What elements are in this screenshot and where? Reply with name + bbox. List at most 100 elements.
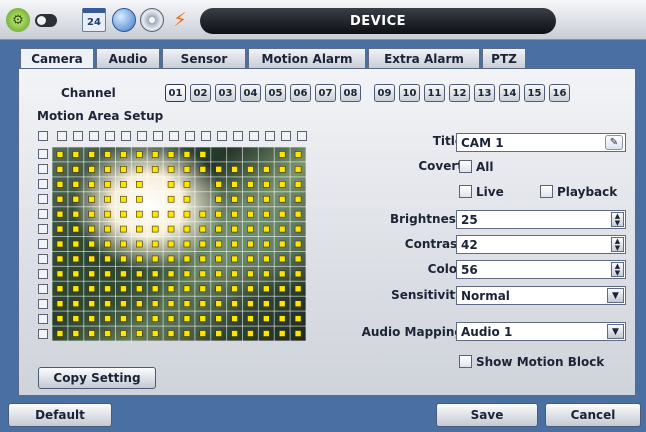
copy-setting-button[interactable]: Copy Setting xyxy=(38,367,156,389)
motion-column-toggle[interactable] xyxy=(105,131,115,141)
motion-row-toggle[interactable] xyxy=(38,269,48,279)
motion-cell xyxy=(294,330,302,337)
motion-cell xyxy=(120,255,127,263)
motion-cell xyxy=(199,270,207,278)
channel-button-05[interactable]: 05 xyxy=(265,84,286,102)
motion-row-toggle[interactable] xyxy=(38,329,48,339)
motion-cell xyxy=(88,195,95,203)
motion-row-toggle[interactable] xyxy=(38,239,48,249)
motion-column-toggle[interactable] xyxy=(201,131,211,141)
channel-button-08[interactable]: 08 xyxy=(340,84,361,102)
motion-cell xyxy=(120,225,127,233)
motion-column-toggle[interactable] xyxy=(233,131,243,141)
motion-cell xyxy=(215,210,222,218)
chevron-down-icon[interactable]: ▼ xyxy=(607,288,624,303)
save-button[interactable]: Save xyxy=(436,403,538,427)
motion-column-toggle[interactable] xyxy=(217,131,227,141)
audio-mapping-dropdown[interactable]: Audio 1 ▼ xyxy=(456,322,626,341)
color-field[interactable]: 56 ▲ ▼ xyxy=(456,260,626,279)
motion-cell xyxy=(167,210,175,218)
tab-camera[interactable]: Camera xyxy=(20,48,94,69)
motion-row-toggle[interactable] xyxy=(38,299,48,309)
power-icon[interactable]: ⚡ xyxy=(168,8,192,32)
motion-row-toggle[interactable] xyxy=(38,164,48,174)
contrast-field[interactable]: 42 ▲ ▼ xyxy=(456,235,626,254)
motion-row-toggle[interactable] xyxy=(38,209,48,219)
tab-sensor[interactable]: Sensor xyxy=(162,48,246,69)
covert-playback-checkbox[interactable] xyxy=(540,185,553,198)
motion-cell xyxy=(278,166,286,173)
channel-button-14[interactable]: 14 xyxy=(499,84,520,102)
motion-column-toggle[interactable] xyxy=(265,131,275,141)
tab-motion-alarm[interactable]: Motion Alarm xyxy=(248,48,366,69)
motion-cell xyxy=(215,166,222,173)
default-button[interactable]: Default xyxy=(8,403,112,427)
motion-cell xyxy=(167,255,175,263)
motion-column-toggle[interactable] xyxy=(153,131,163,141)
motion-cell xyxy=(167,315,175,322)
motion-cell xyxy=(88,315,95,322)
sensitivity-dropdown[interactable]: Normal ▼ xyxy=(456,286,626,305)
channel-button-10[interactable]: 10 xyxy=(399,84,420,102)
motion-row-toggle[interactable] xyxy=(38,179,48,189)
channel-button-09[interactable]: 09 xyxy=(374,84,395,102)
motion-column-toggle[interactable] xyxy=(57,131,67,141)
motion-row-toggle[interactable] xyxy=(38,194,48,204)
pencil-icon[interactable]: ✎ xyxy=(605,135,623,150)
channel-button-06[interactable]: 06 xyxy=(290,84,311,102)
motion-column-toggle[interactable] xyxy=(73,131,83,141)
title-field[interactable]: CAM 1 ✎ xyxy=(456,133,626,152)
motion-row-toggle[interactable] xyxy=(38,254,48,264)
channel-button-04[interactable]: 04 xyxy=(240,84,261,102)
tab-extra-alarm[interactable]: Extra Alarm xyxy=(368,48,480,69)
cancel-button[interactable]: Cancel xyxy=(545,403,641,427)
contrast-spinner[interactable]: ▲ ▼ xyxy=(611,237,624,252)
channel-button-15[interactable]: 15 xyxy=(524,84,545,102)
show-motion-block-checkbox[interactable] xyxy=(459,355,472,368)
covert-live-checkbox[interactable] xyxy=(459,185,472,198)
channel-button-01[interactable]: 01 xyxy=(165,84,186,102)
toggle-icon[interactable] xyxy=(34,8,58,32)
motion-cell xyxy=(56,225,64,233)
brightness-spinner[interactable]: ▲ ▼ xyxy=(611,212,624,227)
motion-row-toggle[interactable] xyxy=(38,224,48,234)
calendar-icon[interactable]: 24 xyxy=(82,8,106,32)
motion-all-toggle[interactable] xyxy=(38,131,48,141)
motion-column-toggle[interactable] xyxy=(281,131,291,141)
motion-cell xyxy=(231,225,238,233)
brightness-field[interactable]: 25 ▲ ▼ xyxy=(456,210,626,229)
motion-column-toggle[interactable] xyxy=(169,131,179,141)
covert-all-checkbox[interactable] xyxy=(459,160,472,173)
motion-grid-canvas[interactable] xyxy=(52,147,306,341)
channel-button-12[interactable]: 12 xyxy=(449,84,470,102)
gear-icon[interactable]: ⚙ xyxy=(6,8,30,32)
globe-icon[interactable] xyxy=(112,8,136,32)
motion-cell xyxy=(72,300,80,307)
channel-button-07[interactable]: 07 xyxy=(315,84,336,102)
motion-cell xyxy=(278,210,286,218)
chevron-down-icon[interactable]: ▼ xyxy=(607,324,624,339)
motion-row-toggle[interactable] xyxy=(38,314,48,324)
tab-ptz[interactable]: PTZ xyxy=(482,48,526,69)
motion-column-toggle[interactable] xyxy=(89,131,99,141)
motion-area-grid[interactable] xyxy=(52,147,306,341)
motion-row-toggle[interactable] xyxy=(38,149,48,159)
motion-column-toggle[interactable] xyxy=(297,131,307,141)
channel-button-16[interactable]: 16 xyxy=(549,84,570,102)
motion-row-toggle[interactable] xyxy=(38,284,48,294)
motion-cell xyxy=(151,285,159,293)
motion-column-toggle[interactable] xyxy=(137,131,147,141)
color-spinner[interactable]: ▲ ▼ xyxy=(611,262,624,277)
motion-column-toggle[interactable] xyxy=(185,131,195,141)
motion-column-toggle[interactable] xyxy=(249,131,259,141)
channel-button-11[interactable]: 11 xyxy=(424,84,445,102)
tab-audio[interactable]: Audio xyxy=(96,48,160,69)
channel-button-02[interactable]: 02 xyxy=(190,84,211,102)
motion-cell xyxy=(294,151,302,158)
disc-icon[interactable] xyxy=(140,8,164,32)
channel-button-03[interactable]: 03 xyxy=(215,84,236,102)
motion-cell xyxy=(136,330,143,337)
motion-column-toggle[interactable] xyxy=(121,131,131,141)
channel-button-13[interactable]: 13 xyxy=(474,84,495,102)
motion-cell xyxy=(104,270,111,278)
